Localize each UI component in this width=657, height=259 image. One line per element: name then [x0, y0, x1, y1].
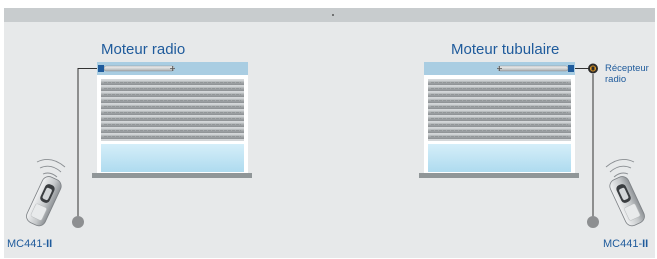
right-remote-label: MC441-II	[603, 238, 648, 250]
right-window-sill	[419, 173, 579, 178]
right-window-glass	[428, 144, 571, 172]
left-remote-label: MC441-II	[7, 238, 52, 250]
right-title: Moteur tubulaire	[451, 41, 560, 58]
left-motor-tube	[103, 65, 175, 72]
left-window-glass	[101, 144, 244, 172]
right-shutter	[419, 62, 579, 178]
left-motor-head	[98, 65, 104, 72]
right-cable-end	[587, 216, 599, 228]
left-remote-model: MC441-	[7, 238, 47, 250]
receiver-icon	[588, 63, 598, 74]
right-motor-tube	[497, 65, 569, 72]
receiver-label-line2: radio	[605, 74, 627, 85]
right-remote-suffix: II	[642, 238, 649, 250]
diagram-graphics	[0, 0, 657, 259]
top-band	[4, 8, 655, 22]
left-title: Moteur radio	[101, 41, 186, 58]
right-motor-head	[568, 65, 574, 72]
left-remote-suffix: II	[46, 238, 53, 250]
receiver-label: Récepteur radio	[605, 63, 649, 85]
receiver-label-line1: Récepteur	[605, 63, 649, 74]
diagram-canvas: Moteur radio Moteur tubulaire Récepteur …	[0, 0, 657, 259]
right-remote-model: MC441-	[603, 238, 643, 250]
left-shutter	[92, 62, 252, 178]
left-cable-end	[72, 216, 84, 228]
left-window-sill	[92, 173, 252, 178]
dot-marker	[332, 14, 334, 16]
